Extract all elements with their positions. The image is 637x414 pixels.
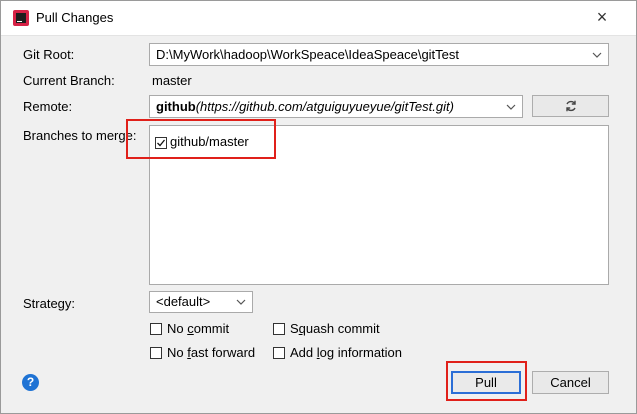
help-icon[interactable]: ?: [22, 374, 39, 391]
intellij-icon: [13, 10, 29, 26]
current-branch-value: master: [152, 73, 192, 88]
branches-list: github/master: [149, 125, 609, 285]
no-commit-checkbox[interactable]: [150, 323, 162, 335]
cancel-button[interactable]: Cancel: [532, 371, 609, 394]
squash-commit-label: Squash commit: [290, 321, 380, 336]
no-fast-forward-label: No fast forward: [167, 345, 256, 360]
no-commit-label: No commit: [167, 321, 230, 336]
git-root-select[interactable]: D:\MyWork\hadoop\WorkSpeace\IdeaSpeace\g…: [149, 43, 609, 66]
add-log-checkbox[interactable]: [273, 347, 285, 359]
title-bar: Pull Changes ×: [1, 1, 636, 36]
check-icon: [157, 139, 166, 147]
remote-select[interactable]: github(https://github.com/atguiguyueyue/…: [149, 95, 523, 118]
git-root-label: Git Root:: [23, 47, 75, 62]
close-icon[interactable]: ×: [593, 8, 611, 26]
chevron-down-icon: [506, 104, 516, 110]
add-log-label: Add log information: [290, 345, 403, 360]
pull-button[interactable]: Pull: [451, 371, 521, 394]
no-fast-forward-checkbox[interactable]: [150, 347, 162, 359]
strategy-value: <default>: [156, 294, 211, 309]
remote-url: (https://github.com/atguiguyueyue/gitTes…: [195, 99, 454, 114]
chevron-down-icon: [592, 52, 602, 58]
git-root-value: D:\MyWork\hadoop\WorkSpeace\IdeaSpeace\g…: [156, 47, 460, 62]
current-branch-label: Current Branch:: [23, 73, 115, 88]
chevron-down-icon: [236, 299, 246, 305]
refresh-icon: [566, 100, 576, 112]
pull-changes-dialog: Pull Changes × Git Root: D:\MyWork\hadoo…: [0, 0, 637, 414]
branch-checkbox[interactable]: [155, 137, 167, 149]
remote-label: Remote:: [23, 99, 73, 114]
branches-label: Branches to merge:: [23, 128, 137, 143]
branch-label: github/master: [170, 134, 249, 149]
strategy-label: Strategy:: [23, 296, 76, 311]
window-title: Pull Changes: [36, 10, 114, 25]
remote-name: github: [156, 99, 196, 114]
squash-commit-checkbox[interactable]: [273, 323, 285, 335]
refresh-remotes-button[interactable]: [532, 95, 609, 117]
strategy-select[interactable]: <default>: [149, 291, 253, 313]
